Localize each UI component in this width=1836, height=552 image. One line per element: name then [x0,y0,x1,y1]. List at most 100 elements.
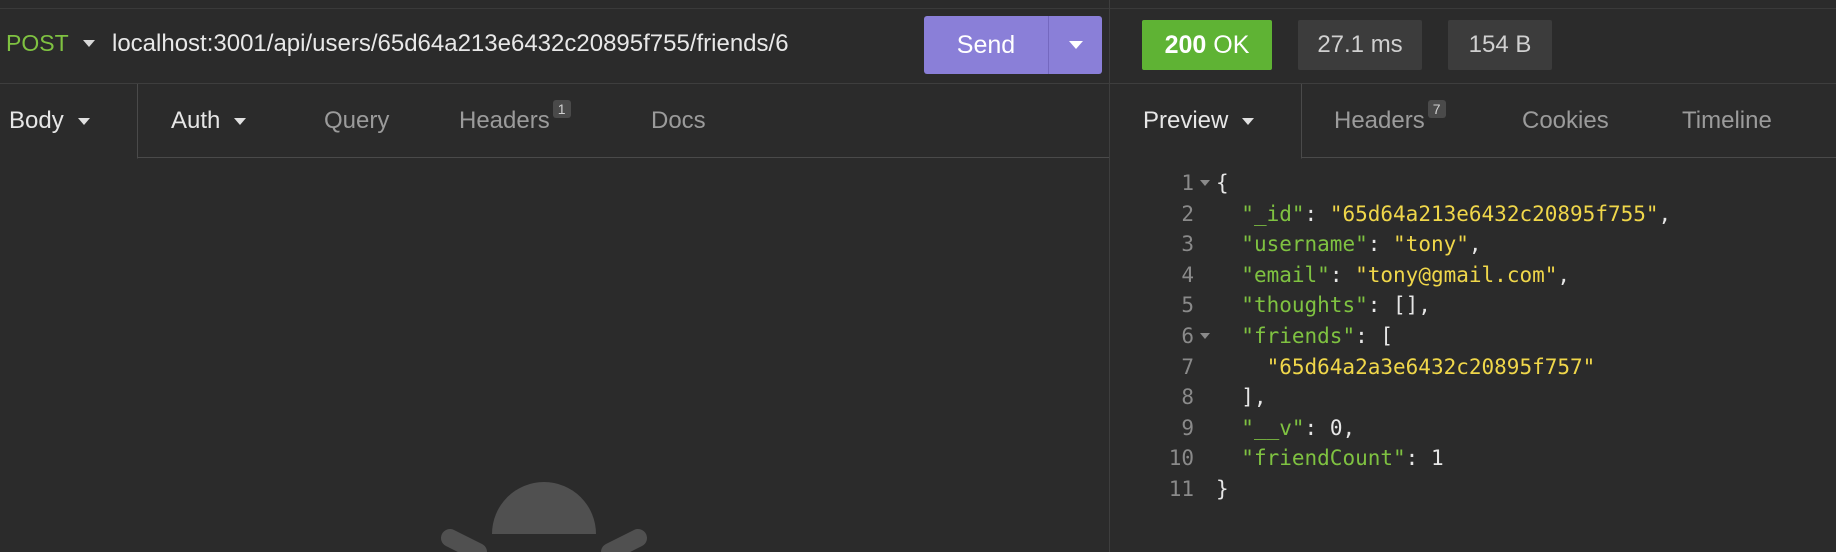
line-number: 9 [1181,415,1194,440]
response-preview-code[interactable]: 1{2 "_id": "65d64a213e6432c20895f755", 3 … [1152,168,1672,505]
tab-preview[interactable]: Preview [1143,84,1255,158]
fold-toggle [1194,199,1216,230]
line-number: 10 [1168,446,1194,471]
line-number: 2 [1181,201,1194,226]
code-line: 1{ [1152,168,1671,199]
code-line: 5 "thoughts": [], [1152,290,1671,321]
send-button[interactable]: Send [924,16,1048,74]
line-number: 1 [1181,171,1194,195]
tab-query[interactable]: Query [324,84,389,158]
tab-label: Timeline [1682,107,1772,134]
tab-docs[interactable]: Docs [651,84,706,158]
chevron-down-icon [234,117,247,125]
top-border [0,8,1836,9]
code-token: : [1304,415,1330,440]
code-token: "tony" [1393,232,1469,257]
tab-label: Docs [651,107,706,134]
code-line: 11} [1152,474,1671,505]
tab-cookies[interactable]: Cookies [1522,84,1609,158]
method-label: POST [6,30,69,56]
code-token: , [1342,415,1356,440]
code-token: "username" [1241,232,1368,257]
code-text: "friendCount": 1 [1216,443,1444,474]
code-text: { [1216,168,1229,199]
code-line: 8 ], [1152,382,1671,413]
fold-toggle [1194,229,1216,260]
line-number: 6 [1181,323,1194,348]
chevron-down-icon [77,117,90,125]
code-token: , [1658,201,1672,226]
tab-auth[interactable]: Auth [171,84,247,158]
code-token: "__v" [1241,415,1305,440]
status-badge: 200 OK [1142,20,1272,70]
code-text: "username": "tony", [1216,229,1482,260]
code-text: "65d64a2a3e6432c20895f757" [1216,352,1596,383]
code-line: 4 "email": "tony@gmail.com", [1152,260,1671,291]
code-token: : [1367,232,1394,257]
code-token: "email" [1241,262,1330,287]
line-number: 8 [1181,385,1194,410]
tab-label: Body [9,107,64,134]
send-options-button[interactable] [1049,16,1102,74]
fold-toggle [1194,474,1216,505]
empty-state-icon [441,482,647,552]
send-button-group: Send [924,16,1102,74]
method-selector[interactable]: POST [6,30,95,57]
code-token: 1 [1430,446,1444,471]
code-token: : [ [1355,323,1394,348]
code-line: 2 "_id": "65d64a213e6432c20895f755", [1152,199,1671,230]
code-token: , [1468,232,1482,257]
tab-label: Preview [1143,107,1229,134]
tab-timeline[interactable]: Timeline [1682,84,1772,158]
code-token: : [1405,446,1431,471]
response-size-badge: 154 B [1448,20,1552,70]
fold-toggle [1194,352,1216,383]
url-bar: POST localhost:3001/api/users/65d64a213e… [0,14,1109,76]
code-token: ], [1216,385,1267,410]
code-token: 0 [1329,415,1343,440]
fold-toggle [1194,443,1216,474]
fold-toggle[interactable] [1194,168,1216,199]
code-line: 6 "friends": [ [1152,321,1671,352]
fold-chevron-icon [1200,333,1210,340]
fold-toggle [1194,290,1216,321]
code-token: "thoughts" [1241,293,1368,318]
status-text: OK [1213,30,1250,59]
code-line: 3 "username": "tony", [1152,229,1671,260]
code-line: 7 "65d64a2a3e6432c20895f757" [1152,352,1671,383]
code-token: : [], [1367,293,1431,318]
status-code: 200 [1164,30,1207,59]
code-text: "_id": "65d64a213e6432c20895f755", [1216,199,1671,230]
tab-headers[interactable]: Headers 1 [459,84,571,158]
code-token: "friendCount" [1241,446,1406,471]
code-token: "65d64a2a3e6432c20895f757" [1266,354,1596,379]
tab-label: Headers [459,107,550,134]
code-text: "thoughts": [], [1216,290,1431,321]
tab-body[interactable]: Body [9,84,90,158]
chevron-down-icon [82,40,95,47]
code-token: "tony@gmail.com" [1355,262,1558,287]
response-tabs: Preview Headers 7 Cookies Timeline [1110,84,1836,158]
fold-toggle[interactable] [1194,321,1216,352]
line-number: 11 [1168,476,1194,501]
chevron-down-icon [1242,117,1255,125]
code-token: "65d64a213e6432c20895f755" [1329,201,1659,226]
fold-chevron-icon [1200,180,1210,187]
tab-label: Headers [1334,107,1425,134]
code-line: 10 "friendCount": 1 [1152,443,1671,474]
url-input[interactable]: localhost:3001/api/users/65d64a213e6432c… [112,30,902,58]
code-token: "_id" [1241,201,1305,226]
fold-toggle [1194,413,1216,444]
tab-response-headers[interactable]: Headers 7 [1334,84,1446,158]
headers-count-badge: 1 [552,100,571,118]
request-tabs: Body Auth Query Headers 1 Docs [0,84,1109,158]
code-token: , [1557,262,1571,287]
